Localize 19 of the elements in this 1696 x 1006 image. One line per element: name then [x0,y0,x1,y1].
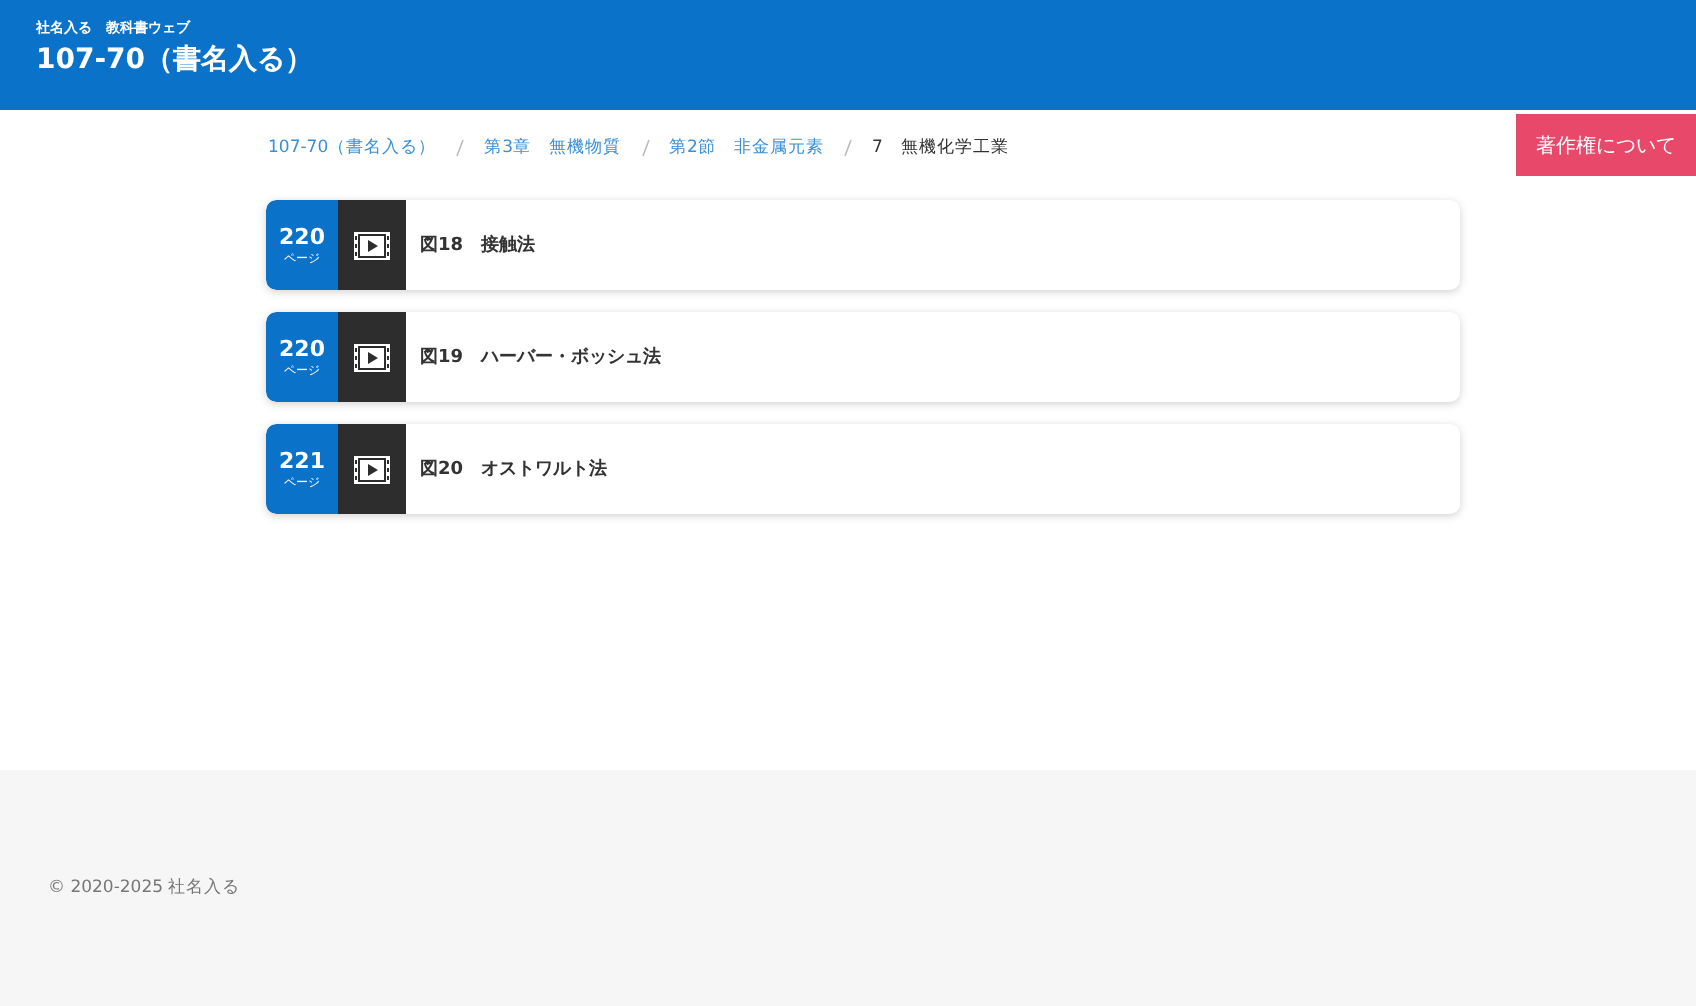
page-number: 221 [279,447,325,473]
breadcrumb-link[interactable]: 107-70（書名入る） [268,136,437,160]
figure-title: 図19 ハーバー・ボッシュ法 [420,344,662,370]
separator-icon [456,140,465,156]
film-play-icon [354,231,390,259]
film-play-icon [354,455,390,483]
page-number: 220 [279,335,325,361]
separator-icon [843,140,852,156]
breadcrumb-link[interactable]: 第2節 非金属元素 [669,136,824,160]
figure-title: 図20 オストワルト法 [420,456,608,482]
separator-icon [641,140,650,156]
copyright-button[interactable]: 著作権について [1516,114,1696,176]
figure-title: 図18 接触法 [420,232,536,258]
page-number: 220 [279,223,325,249]
book-title: 107-70（書名入る） [36,42,316,78]
breadcrumb-link[interactable]: 第3章 無機物質 [484,136,622,160]
copyright-text: © 2020-2025 社名入る [48,876,241,900]
breadcrumb-current: 7 無機化学工業 [871,136,1009,160]
film-play-icon [354,343,390,371]
